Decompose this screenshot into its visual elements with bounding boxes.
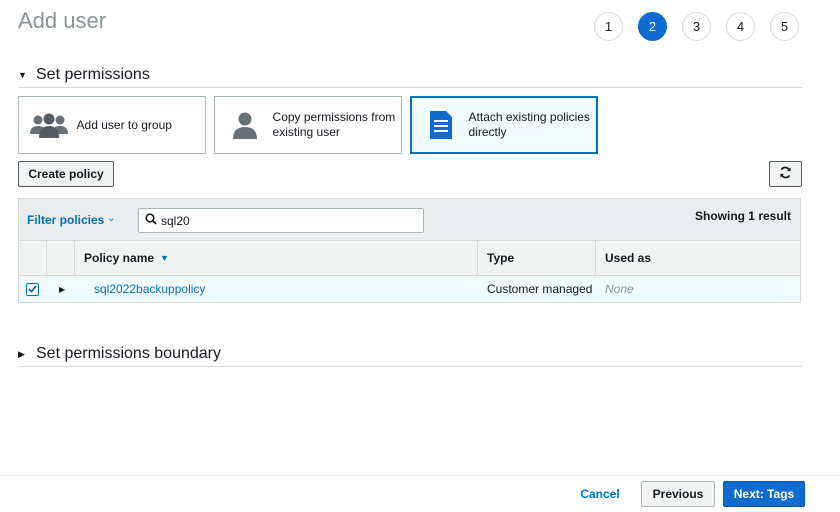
next-tags-button[interactable]: Next: Tags: [723, 481, 805, 507]
table-row[interactable]: ▶ sql2022backuppolicy Customer managed N…: [19, 276, 800, 302]
policies-table: Filter policies ⌄ Showing 1 result Polic…: [18, 198, 801, 303]
add-user-to-group-label: Add user to group: [76, 117, 172, 132]
refresh-button[interactable]: [769, 161, 802, 187]
result-count: Showing 1 result: [694, 209, 791, 223]
column-used-as-label: Used as: [605, 251, 652, 265]
footer-divider: [0, 475, 840, 476]
table-toolbar: Filter policies ⌄ Showing 1 result: [19, 199, 800, 241]
page-title: Add user: [18, 8, 107, 33]
copy-permissions-option[interactable]: Copy permissions from existing user: [214, 96, 402, 154]
chevron-down-icon[interactable]: ⌄: [107, 213, 115, 224]
filter-policies-dropdown[interactable]: Filter policies: [27, 213, 104, 227]
add-user-to-group-option[interactable]: Add user to group: [18, 96, 206, 154]
row-name-cell: sql2022backuppolicy: [75, 276, 478, 302]
attach-policies-option[interactable]: Attach existing policies directly: [410, 96, 598, 154]
attach-policies-label: Attach existing policies directly: [468, 110, 590, 139]
wizard-steps: 1 2 3 4 5: [594, 12, 799, 41]
search-input[interactable]: [161, 213, 411, 228]
policy-type: Customer managed: [487, 282, 593, 296]
user-icon: [225, 109, 265, 141]
document-icon: [421, 109, 461, 141]
row-checkbox-cell: [19, 276, 47, 302]
step-4[interactable]: 4: [726, 12, 755, 41]
column-policy-name[interactable]: Policy name ▼: [75, 241, 478, 275]
step-3[interactable]: 3: [682, 12, 711, 41]
header-checkbox-cell: [19, 241, 47, 275]
set-permissions-boundary-label: Set permissions boundary: [36, 345, 221, 362]
column-policy-name-label: Policy name: [84, 251, 155, 265]
column-used-as[interactable]: Used as: [596, 241, 800, 275]
previous-button[interactable]: Previous: [641, 481, 715, 507]
refresh-icon: [779, 166, 792, 182]
caret-right-icon: ▶: [18, 349, 25, 359]
search-box[interactable]: [138, 208, 424, 233]
sort-desc-icon: ▼: [160, 253, 169, 263]
step-1[interactable]: 1: [594, 12, 623, 41]
caret-right-icon[interactable]: ▶: [59, 285, 65, 294]
checkmark-icon: [28, 285, 37, 293]
create-policy-button[interactable]: Create policy: [18, 161, 114, 187]
row-used-cell: None: [596, 276, 800, 302]
set-permissions-header[interactable]: ▼ Set permissions: [18, 66, 802, 88]
set-permissions-label: Set permissions: [36, 66, 150, 83]
cancel-button[interactable]: Cancel: [568, 483, 632, 505]
column-type-label: Type: [487, 251, 515, 265]
search-icon: [145, 213, 157, 228]
set-permissions-boundary-header[interactable]: ▶ Set permissions boundary: [18, 345, 802, 367]
caret-down-icon: ▼: [18, 70, 27, 80]
column-type[interactable]: Type: [478, 241, 596, 275]
row-checkbox[interactable]: [26, 282, 39, 296]
header-expand-cell: [47, 241, 75, 275]
policy-name-link[interactable]: sql2022backuppolicy: [94, 282, 205, 296]
row-expand-cell: ▶: [47, 276, 75, 302]
copy-permissions-label: Copy permissions from existing user: [272, 110, 396, 139]
row-type-cell: Customer managed: [478, 276, 596, 302]
user-group-icon: [29, 109, 69, 141]
table-header: Policy name ▼ Type Used as: [19, 241, 800, 276]
step-2[interactable]: 2: [638, 12, 667, 41]
step-5[interactable]: 5: [770, 12, 799, 41]
policy-used-as: None: [605, 282, 634, 296]
